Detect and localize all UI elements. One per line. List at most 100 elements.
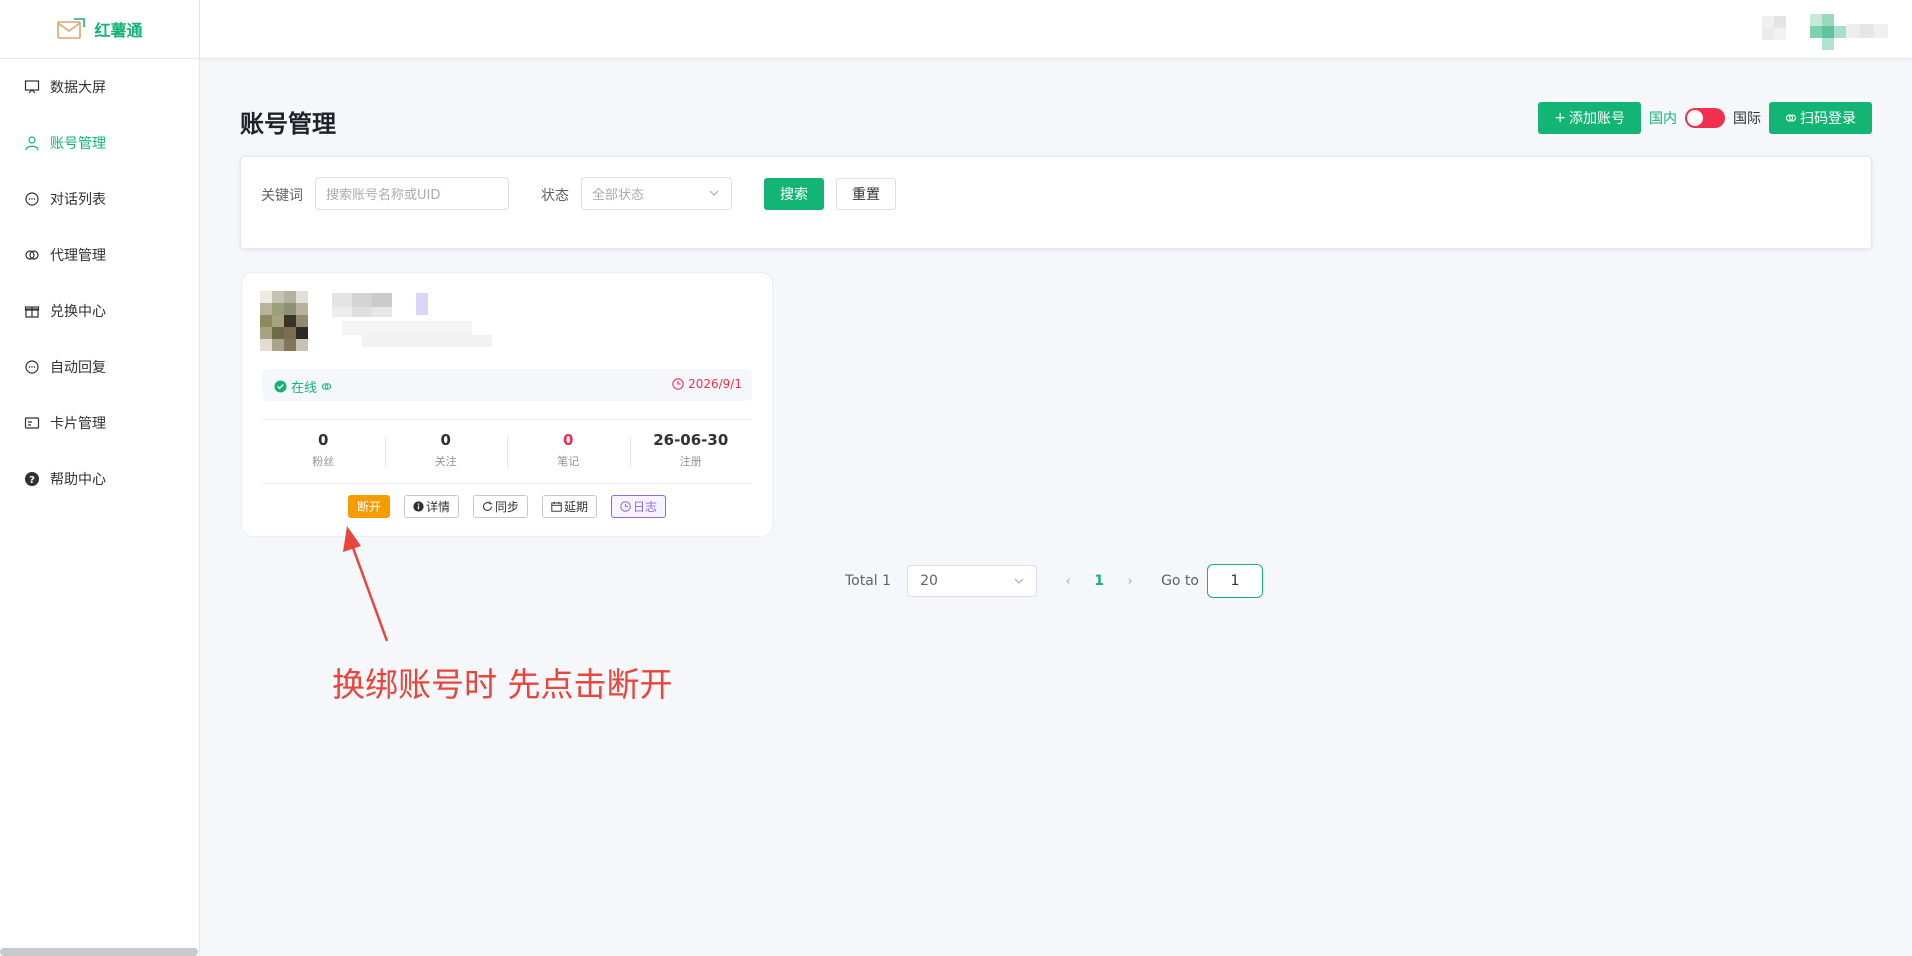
pagination: Total 1 20 ‹ 1 › Go to 1 [845,564,1263,598]
sidebar-item-proxy[interactable]: 代理管理 [0,227,199,283]
region-toggle[interactable] [1685,108,1725,128]
user-avatar[interactable] [1762,14,1892,50]
stat-value: 0 [563,431,574,449]
sidebar-item-label: 数据大屏 [50,80,106,96]
sidebar-item-label: 卡片管理 [50,416,106,432]
online-status-text: 在线 [291,381,318,396]
stat-label: 关注 [434,455,457,468]
reset-button[interactable]: 重置 [836,178,896,210]
goto-page-value: 1 [1230,573,1240,589]
keyword-placeholder: 搜索账号名称或UID [326,188,441,203]
sidebar-scrollbar[interactable] [0,948,198,956]
svg-text:?: ? [29,475,35,486]
filter-panel: 关键词 搜索账号名称或UID 状态 全部状态 搜索 重置 [240,156,1872,249]
pagination-total: Total 1 [845,573,892,589]
user-icon [25,136,39,151]
chat-icon [25,192,39,206]
reply-icon [25,360,39,374]
online-status: 在线 [274,377,332,396]
calendar-icon [551,501,562,512]
page-size-value: 20 [920,573,938,589]
status-placeholder: 全部状态 [592,188,645,203]
help-icon: ? [25,472,39,486]
sidebar-item-label: 代理管理 [50,248,106,264]
link-icon [1785,114,1797,122]
divider [262,419,752,420]
goto-label: Go to [1161,573,1199,589]
sidebar-item-dashboard[interactable]: 数据大屏 [0,59,199,115]
extend-button[interactable]: 延期 [542,495,598,518]
page-title: 账号管理 [240,110,336,138]
account-actions: 断开 详情 同步 延期 日志 [242,495,772,518]
sidebar-item-cards[interactable]: 卡片管理 [0,395,199,451]
stat-value: 0 [318,431,329,449]
status-label: 状态 [541,188,569,204]
sidebar-item-auto-reply[interactable]: 自动回复 [0,339,199,395]
sidebar-item-label: 帮助中心 [50,472,106,488]
sync-label: 同步 [494,500,519,514]
app-logo[interactable]: 红薯通 [0,0,199,59]
account-stats: 0 粉丝 0 关注 0 笔记 26-06-30 注册 [262,431,752,469]
region-domestic-label: 国内 [1649,111,1677,127]
stat-notes: 0 笔记 [507,431,630,469]
stat-following: 0 关注 [384,431,508,469]
stat-registered: 26-06-30 注册 [629,431,753,469]
card-icon [24,417,40,429]
toggle-knob [1687,110,1703,126]
sidebar-item-help[interactable]: ? 帮助中心 [0,451,199,507]
sidebar-item-label: 账号管理 [50,136,106,152]
chevron-down-icon [1014,578,1024,584]
account-card: 在线 2026/9/1 0 粉丝 0 关注 0 笔记 26-06-30 注册 断… [241,272,773,537]
stat-followers: 0 粉丝 [262,431,385,469]
plus-icon: + [1554,110,1566,126]
scan-login-button[interactable]: 扫码登录 [1769,102,1872,134]
stat-label: 笔记 [557,455,580,468]
check-circle-icon [274,380,287,393]
clock-icon [620,501,631,512]
app-name: 红薯通 [94,21,143,40]
sidebar-item-redeem[interactable]: 兑换中心 [0,283,199,339]
prev-page-icon[interactable]: ‹ [1053,574,1083,589]
search-button[interactable]: 搜索 [764,178,824,210]
disconnect-button[interactable]: 断开 [347,495,390,518]
top-actions: + 添加账号 国内 国际 扫码登录 [1538,102,1872,134]
sidebar-item-accounts[interactable]: 账号管理 [0,115,199,171]
account-name [332,293,532,353]
divider [262,483,752,484]
keyword-label: 关键词 [261,188,303,204]
sync-button[interactable]: 同步 [472,495,528,518]
account-status-bar: 在线 2026/9/1 [262,369,752,401]
page-size-select[interactable]: 20 [907,565,1038,597]
sidebar-item-label: 自动回复 [50,360,106,376]
account-avatar [260,291,320,351]
page-number-current[interactable]: 1 [1083,573,1115,589]
detail-button[interactable]: 详情 [403,495,459,518]
chevron-down-icon [709,190,719,196]
screen-icon [24,80,40,94]
goto-page-input[interactable]: 1 [1206,564,1263,598]
sidebar: 红薯通 数据大屏 账号管理 对话列表 代理管理 兑换中心 自动回复 卡片管理 ?… [0,0,200,956]
link-icon [25,250,39,260]
page-navigator: ‹ 1 › [1053,565,1146,597]
top-header [200,0,1912,59]
log-label: 日志 [633,500,658,514]
stat-value: 26-06-30 [653,431,729,449]
extend-label: 延期 [564,500,589,514]
expire-date: 2026/9/1 [672,377,742,391]
gift-icon [24,306,40,318]
refresh-icon [483,501,493,511]
sidebar-item-conversations[interactable]: 对话列表 [0,171,199,227]
region-international-label: 国际 [1733,111,1761,127]
stat-value: 0 [440,431,451,449]
log-button[interactable]: 日志 [611,495,667,518]
keyword-search-input[interactable]: 搜索账号名称或UID [315,177,509,210]
sidebar-nav: 数据大屏 账号管理 对话列表 代理管理 兑换中心 自动回复 卡片管理 ? 帮助中 [0,59,199,507]
add-account-button[interactable]: + 添加账号 [1538,102,1641,134]
sidebar-item-label: 对话列表 [50,192,106,208]
info-icon [413,501,424,512]
next-page-icon[interactable]: › [1115,574,1145,589]
stat-label: 注册 [679,455,702,468]
link-icon [321,383,332,390]
stat-label: 粉丝 [312,455,335,468]
status-select[interactable]: 全部状态 [581,177,732,210]
